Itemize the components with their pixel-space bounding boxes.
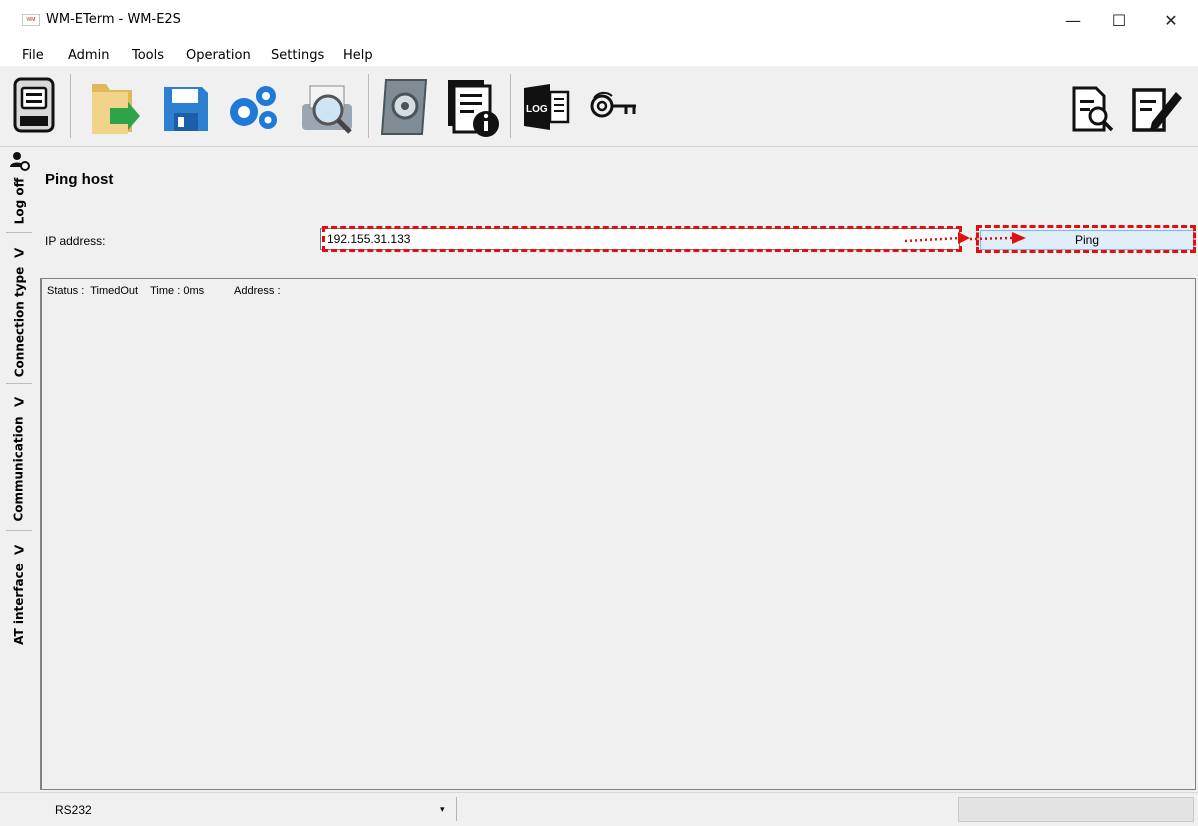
window-title: WM-ETerm - WM-E2S <box>46 12 181 27</box>
key-icon[interactable] <box>588 86 640 126</box>
app-icon: WM <box>22 14 40 26</box>
sidebar-separator <box>6 232 32 233</box>
menu-settings[interactable]: Settings <box>271 48 324 63</box>
tab-at-interface[interactable]: AT interface <box>3 562 35 646</box>
menu-admin[interactable]: Admin <box>68 48 109 63</box>
toolbar-separator <box>368 74 369 138</box>
page-title: Ping host <box>45 171 114 188</box>
close-button[interactable]: ✕ <box>1148 0 1194 40</box>
ip-address-label: IP address: <box>45 234 106 248</box>
connection-value: RS232 <box>55 803 92 817</box>
chevron-right-icon[interactable]: > <box>9 540 29 560</box>
svg-text:LOG: LOG <box>526 104 548 115</box>
info-document-icon[interactable] <box>444 78 500 140</box>
toolbar-separator <box>70 74 71 138</box>
config-book-icon[interactable] <box>378 76 432 138</box>
ping-result-text: Status : TimedOut Time : 0ms Address : <box>47 285 281 297</box>
menu-file[interactable]: File <box>22 48 44 63</box>
user-logoff-icon[interactable] <box>9 150 31 172</box>
ping-button[interactable]: Ping <box>980 230 1194 250</box>
menu-help[interactable]: Help <box>343 48 373 63</box>
preview-icon[interactable] <box>298 82 356 138</box>
menu-tools[interactable]: Tools <box>132 48 164 63</box>
open-folder-icon[interactable] <box>88 78 144 138</box>
edit-document-icon[interactable] <box>1130 82 1186 134</box>
tab-communication[interactable]: Communication <box>3 414 35 524</box>
ip-address-input[interactable] <box>320 228 960 250</box>
ping-result-box <box>40 278 1196 790</box>
dropdown-arrow-icon[interactable]: ▾ <box>440 804 445 815</box>
tab-connection-type[interactable]: Connection type <box>3 264 35 379</box>
minimize-button[interactable]: — <box>1050 0 1096 40</box>
chevron-right-icon[interactable]: > <box>9 392 29 412</box>
connection-select[interactable] <box>42 796 452 822</box>
tab-log-off[interactable]: Log off <box>3 172 35 230</box>
chevron-right-icon[interactable]: > <box>9 243 29 263</box>
menu-operation[interactable]: Operation <box>186 48 251 63</box>
log-icon[interactable]: LOG <box>520 82 576 132</box>
menu-bar <box>0 40 1198 66</box>
toolbar-separator <box>510 74 511 138</box>
status-panel <box>958 797 1194 822</box>
sidebar-separator <box>6 530 32 531</box>
document-search-icon[interactable] <box>1070 84 1116 134</box>
meter-icon[interactable] <box>12 76 56 136</box>
sidebar-separator <box>6 383 32 384</box>
status-divider <box>456 797 457 821</box>
settings-gears-icon[interactable] <box>228 84 282 132</box>
save-icon[interactable] <box>162 85 210 133</box>
maximize-button[interactable]: ☐ <box>1096 0 1142 40</box>
